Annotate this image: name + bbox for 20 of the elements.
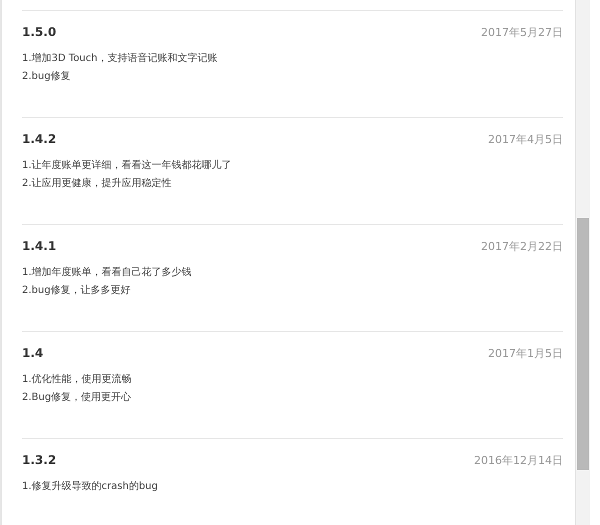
version-number: 1.4	[22, 346, 44, 360]
version-number: 1.5.0	[22, 25, 56, 39]
version-number: 1.4.1	[22, 239, 56, 253]
release-date: 2017年1月5日	[488, 346, 563, 360]
release-note: 1.修复升级导致的crash的bug	[22, 480, 159, 494]
release-note: 1.增加3D Touch，支持语音记账和文字记账	[22, 52, 218, 66]
scrollbar-thumb[interactable]	[577, 218, 589, 470]
release-date: 2017年4月5日	[488, 132, 563, 146]
version-number: 1.4.2	[22, 132, 56, 146]
release-note: 2.让应用更健康，提升应用稳定性	[22, 176, 173, 191]
release-note: 1.优化性能，使用更流畅	[22, 372, 133, 387]
release-date: 2016年12月14日	[474, 452, 563, 468]
release-date: 2017年2月22日	[481, 238, 563, 254]
version-number: 1.3.2	[22, 453, 56, 467]
release-note: 2.bug修复，让多多更好	[22, 284, 132, 298]
release-note: 2.bug修复	[22, 70, 72, 84]
release-note: 2.Bug修复，使用更开心	[22, 390, 132, 405]
release-date: 2017年5月27日	[481, 24, 563, 40]
release-note: 1.让年度账单更详细，看看这一年钱都花哪儿了	[22, 158, 233, 173]
release-note: 1.增加年度账单，看看自己花了多少钱	[22, 266, 193, 280]
